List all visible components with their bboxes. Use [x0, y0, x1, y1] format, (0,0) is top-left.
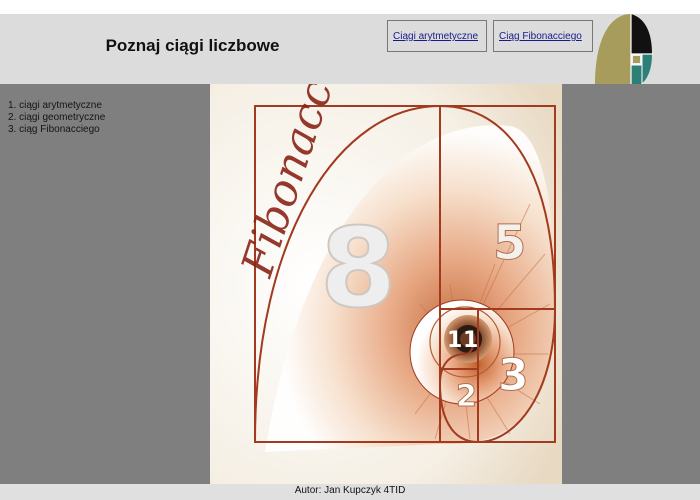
header-bar: Poznaj ciągi liczbowe Ciągi arytmetyczne… — [0, 14, 700, 84]
right-sidebar — [562, 84, 700, 484]
fib-number-3: 3 — [498, 350, 529, 401]
list-item-arithmetic: 1. ciągi arytmetyczne — [8, 100, 102, 111]
fib-number-8: 8 — [320, 204, 397, 332]
fib-number-1b: 1 — [463, 328, 478, 353]
fibonacci-shell-image: Fibonacci 8 5 3 2 1 1 — [210, 84, 562, 484]
list-item-fibonacci: 3. ciąg Fibonacciego — [8, 124, 100, 135]
nav-link-fibonacci[interactable]: Ciąg Fibonacciego — [493, 20, 593, 52]
page-title: Poznaj ciągi liczbowe — [105, 36, 280, 55]
golden-ratio-logo — [595, 14, 653, 84]
fib-number-1a: 1 — [447, 328, 462, 353]
list-item-geometric: 2. ciągi geometryczne — [8, 112, 106, 123]
left-sidebar: 1. ciągi arytmetyczne 2. ciągi geometryc… — [0, 84, 210, 484]
nav-link-arithmetic[interactable]: Ciągi arytmetyczne — [387, 20, 487, 52]
sequence-list: 1. ciągi arytmetyczne 2. ciągi geometryc… — [8, 100, 105, 136]
footer-author: Autor: Jan Kupczyk 4TID — [0, 484, 700, 500]
fib-number-5: 5 — [493, 215, 526, 271]
fib-number-2: 2 — [456, 379, 477, 414]
